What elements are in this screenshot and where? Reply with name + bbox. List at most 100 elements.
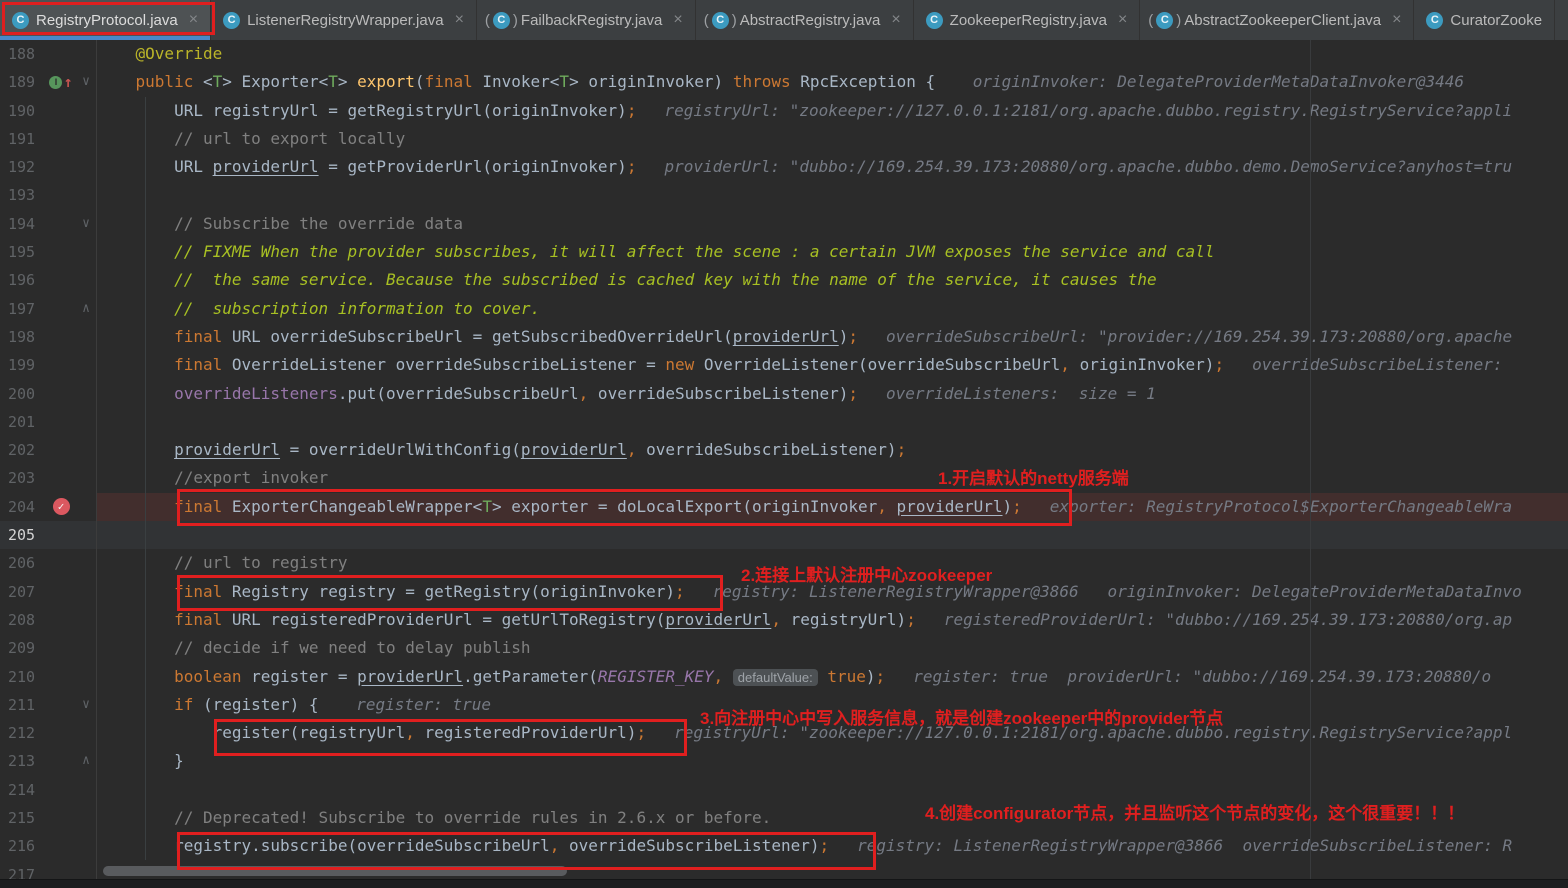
fold-down-icon[interactable]: ∨	[76, 68, 96, 96]
gutter[interactable]: 191	[0, 125, 97, 153]
gutter[interactable]: 199	[0, 351, 97, 379]
code-text[interactable]: boolean register = providerUrl.getParame…	[97, 663, 1568, 691]
code-text[interactable]	[97, 408, 1568, 436]
implements-icon[interactable]: I	[49, 76, 62, 89]
code-line[interactable]: 196 // the same service. Because the sub…	[0, 266, 1568, 294]
close-icon[interactable]: ×	[1392, 11, 1401, 29]
code-line[interactable]: 199 final OverrideListener overrideSubsc…	[0, 351, 1568, 379]
code-line[interactable]: 210 boolean register = providerUrl.getPa…	[0, 663, 1568, 691]
tab-abstractregistry[interactable]: (C)AbstractRegistry.java×	[696, 0, 914, 40]
gutter[interactable]: 213∧	[0, 747, 97, 775]
gutter[interactable]: 188	[0, 40, 97, 68]
code-text[interactable]: providerUrl = overrideUrlWithConfig(prov…	[97, 436, 1568, 464]
close-icon[interactable]: ×	[1118, 11, 1127, 29]
tab-curatorzooke[interactable]: CCuratorZooke	[1414, 0, 1555, 40]
gutter[interactable]: 200	[0, 380, 97, 408]
gutter[interactable]: 215	[0, 804, 97, 832]
close-icon[interactable]: ×	[455, 11, 464, 29]
gutter[interactable]: 216	[0, 832, 97, 860]
gutter[interactable]: 212	[0, 719, 97, 747]
tab-registryprotocol[interactable]: CRegistryProtocol.java×	[0, 0, 211, 40]
gutter[interactable]: 201	[0, 408, 97, 436]
gutter[interactable]: 202	[0, 436, 97, 464]
code-text[interactable]: final ExporterChangeableWrapper<T> expor…	[97, 493, 1568, 521]
code-text[interactable]: register(registryUrl, registeredProvider…	[97, 719, 1568, 747]
code-line[interactable]: 197∧ // subscription information to cove…	[0, 295, 1568, 323]
gutter[interactable]: 210	[0, 663, 97, 691]
code-line[interactable]: 213∧ }	[0, 747, 1568, 775]
code-line[interactable]: 190 URL registryUrl = getRegistryUrl(ori…	[0, 97, 1568, 125]
code-text[interactable]: // url to export locally	[97, 125, 1568, 153]
code-text[interactable]: if (register) { register: true	[97, 691, 1568, 719]
code-line[interactable]: 216 registry.subscribe(overrideSubscribe…	[0, 832, 1568, 860]
code-line[interactable]: 205	[0, 521, 1568, 549]
tab-failbackregistry[interactable]: (C)FailbackRegistry.java×	[477, 0, 696, 40]
code-text[interactable]	[97, 521, 1568, 549]
code-line[interactable]: 195 // FIXME When the provider subscribe…	[0, 238, 1568, 266]
code-text[interactable]: @Override	[97, 40, 1568, 68]
code-text[interactable]: // FIXME When the provider subscribes, i…	[97, 238, 1568, 266]
code-text[interactable]: public <T> Exporter<T> export(final Invo…	[97, 68, 1568, 96]
code-text[interactable]: //export invoker	[97, 464, 1568, 492]
code-text[interactable]: final URL registeredProviderUrl = getUrl…	[97, 606, 1568, 634]
code-text[interactable]: // subscription information to cover.	[97, 295, 1568, 323]
gutter[interactable]: 198	[0, 323, 97, 351]
fold-down-icon[interactable]: ∨	[76, 210, 96, 238]
fold-up-icon[interactable]: ∧	[76, 295, 96, 323]
tab-abstractzookeeperclient[interactable]: (C)AbstractZookeeperClient.java×	[1140, 0, 1414, 40]
horizontal-scrollbar[interactable]	[103, 866, 567, 876]
gutter[interactable]: 214	[0, 776, 97, 804]
code-line[interactable]: 211∨ if (register) { register: true	[0, 691, 1568, 719]
gutter[interactable]: 195	[0, 238, 97, 266]
gutter[interactable]: 193	[0, 181, 97, 209]
code-text[interactable]: final URL overrideSubscribeUrl = getSubs…	[97, 323, 1568, 351]
code-line[interactable]: 209 // decide if we need to delay publis…	[0, 634, 1568, 662]
code-text[interactable]: // Subscribe the override data	[97, 210, 1568, 238]
gutter[interactable]: 207	[0, 578, 97, 606]
code-line[interactable]: 206 // url to registry	[0, 549, 1568, 577]
code-line[interactable]: 208 final URL registeredProviderUrl = ge…	[0, 606, 1568, 634]
code-text[interactable]: }	[97, 747, 1568, 775]
code-text[interactable]: // decide if we need to delay publish	[97, 634, 1568, 662]
fold-up-icon[interactable]: ∧	[76, 747, 96, 775]
code-line[interactable]: 214	[0, 776, 1568, 804]
code-line[interactable]: 212 register(registryUrl, registeredProv…	[0, 719, 1568, 747]
gutter[interactable]: 197∧	[0, 295, 97, 323]
breakpoint-icon[interactable]: ✓	[53, 498, 70, 515]
close-icon[interactable]: ×	[189, 11, 198, 29]
gutter[interactable]: 196	[0, 266, 97, 294]
editor[interactable]: 188 @Override189I↑∨ public <T> Exporter<…	[0, 40, 1568, 888]
code-text[interactable]: // the same service. Because the subscri…	[97, 266, 1568, 294]
gutter[interactable]: 204✓	[0, 493, 97, 521]
code-text[interactable]: final Registry registry = getRegistry(or…	[97, 578, 1568, 606]
gutter[interactable]: 206	[0, 549, 97, 577]
code-line[interactable]: 198 final URL overrideSubscribeUrl = get…	[0, 323, 1568, 351]
gutter[interactable]: 194∨	[0, 210, 97, 238]
code-line[interactable]: 202 providerUrl = overrideUrlWithConfig(…	[0, 436, 1568, 464]
code-line[interactable]: 207 final Registry registry = getRegistr…	[0, 578, 1568, 606]
gutter[interactable]: 203	[0, 464, 97, 492]
code-text[interactable]: // url to registry	[97, 549, 1568, 577]
code-text[interactable]: registry.subscribe(overrideSubscribeUrl,…	[97, 832, 1568, 860]
gutter[interactable]: 208	[0, 606, 97, 634]
override-arrow-icon[interactable]: ↑	[63, 68, 72, 96]
code-line[interactable]: 194∨ // Subscribe the override data	[0, 210, 1568, 238]
gutter[interactable]: 190	[0, 97, 97, 125]
code-line[interactable]: 192 URL providerUrl = getProviderUrl(ori…	[0, 153, 1568, 181]
tab-zookeeperregistry[interactable]: CZookeeperRegistry.java×	[914, 0, 1141, 40]
code-text[interactable]: // Deprecated! Subscribe to override rul…	[97, 804, 1568, 832]
code-line[interactable]: 201	[0, 408, 1568, 436]
code-text[interactable]: URL registryUrl = getRegistryUrl(originI…	[97, 97, 1568, 125]
code-line[interactable]: 200 overrideListeners.put(overrideSubscr…	[0, 380, 1568, 408]
gutter[interactable]: 209	[0, 634, 97, 662]
code-line[interactable]: 191 // url to export locally	[0, 125, 1568, 153]
gutter[interactable]: 192	[0, 153, 97, 181]
code-text[interactable]: URL providerUrl = getProviderUrl(originI…	[97, 153, 1568, 181]
code-text[interactable]: overrideListeners.put(overrideSubscribeU…	[97, 380, 1568, 408]
close-icon[interactable]: ×	[891, 11, 900, 29]
code-text[interactable]	[97, 776, 1568, 804]
gutter[interactable]: 211∨	[0, 691, 97, 719]
close-icon[interactable]: ×	[673, 11, 682, 29]
gutter[interactable]: 189I↑∨	[0, 68, 97, 96]
code-line[interactable]: 188 @Override	[0, 40, 1568, 68]
